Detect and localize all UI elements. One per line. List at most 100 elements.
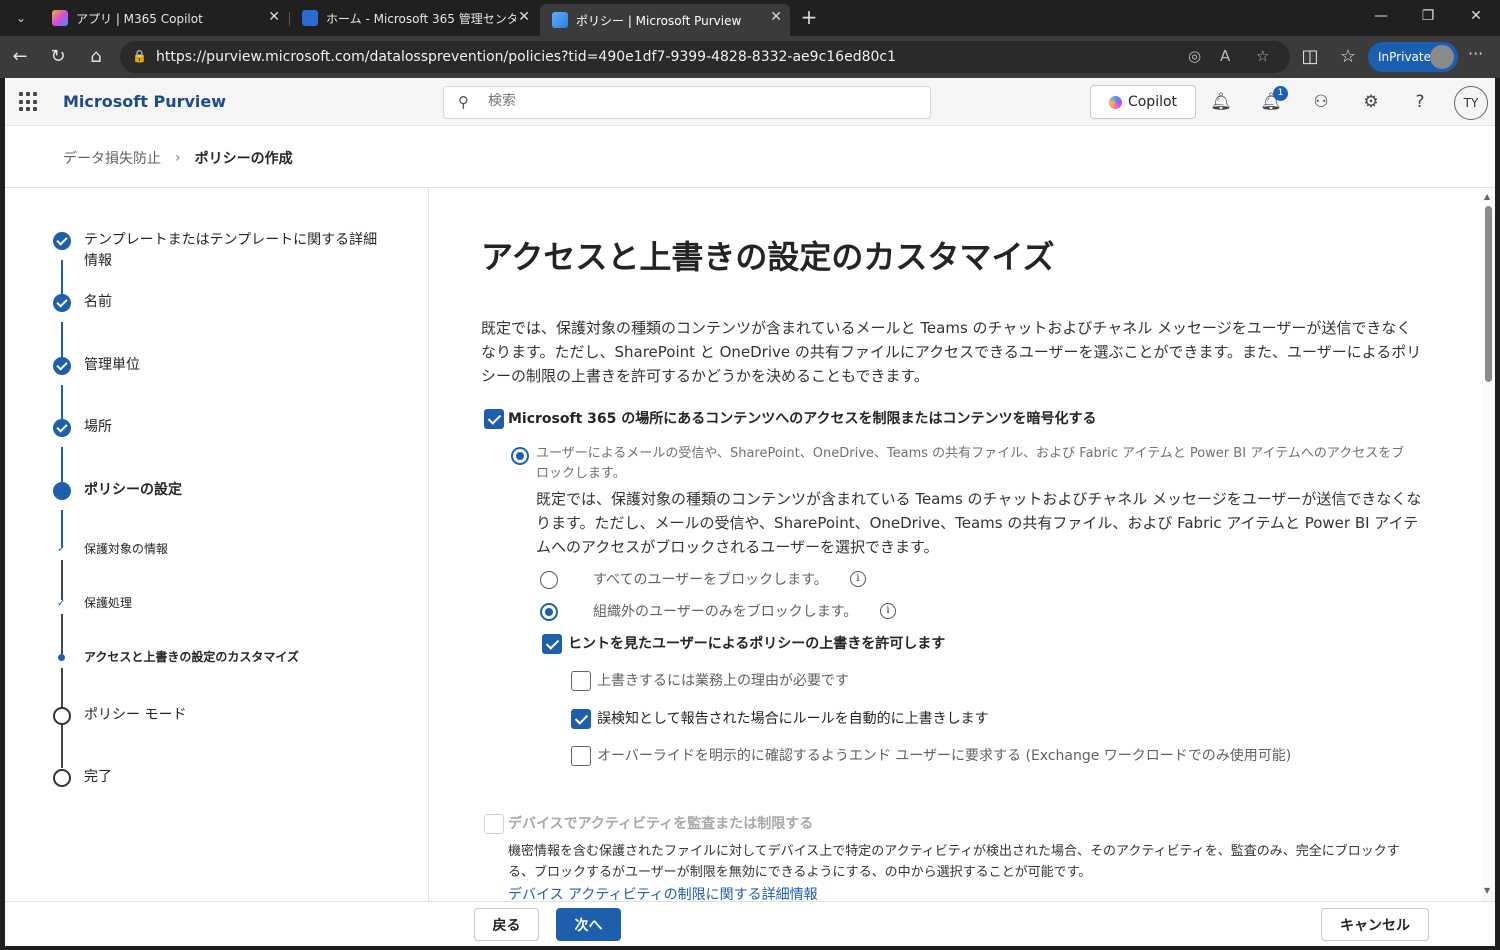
scroll-up-arrow-icon[interactable]: ▲	[1484, 192, 1490, 201]
main-content: アクセスと上書きの設定のカスタマイズ 既定では、保護対象の種類のコンテンツが含ま…	[430, 188, 1480, 901]
close-icon[interactable]: ✕	[518, 9, 530, 25]
block-access-radio[interactable]	[511, 447, 529, 465]
step-label: テンプレートまたはテンプレートに関する詳細情報	[84, 232, 378, 269]
checkmark-icon: ✓	[57, 544, 66, 555]
app-name[interactable]: Microsoft Purview	[63, 92, 226, 111]
step-label: 場所	[84, 419, 112, 435]
info-icon[interactable]: i	[850, 571, 866, 587]
share-people-icon[interactable]: ⚇	[1309, 90, 1333, 114]
tracking-prevention-icon[interactable]: ◎	[1188, 47, 1201, 65]
checkmark-icon	[53, 419, 71, 437]
tab-title: アプリ | M365 Copilot	[76, 11, 203, 26]
false-positive-override-label: 誤検知として報告された場合にルールを自動的に上書きします	[597, 711, 989, 727]
refresh-icon[interactable]: ↻	[44, 44, 72, 70]
step-label: 保護処理	[84, 596, 133, 610]
block-all-users-label: すべてのユーザーをブロックします。	[593, 572, 828, 588]
split-screen-icon[interactable]: ◫	[1296, 44, 1324, 70]
wizard-footer: 戻る 次へ キャンセル	[5, 901, 1495, 946]
restrict-access-label: Microsoft 365 の場所にあるコンテンツへのアクセスを制限またはコンテ…	[508, 411, 1097, 427]
chevron-right-icon: ›	[175, 150, 181, 166]
info-icon[interactable]: i	[880, 603, 896, 619]
empty-step-circle-icon	[53, 769, 71, 787]
allow-override-label: ヒントを見たユーザーによるポリシーの上書きを許可します	[568, 636, 946, 652]
restrict-access-checkbox[interactable]	[484, 409, 504, 429]
copilot-button[interactable]: Copilot	[1090, 85, 1196, 119]
checkmark-icon	[53, 232, 71, 250]
checkmark-icon	[53, 294, 71, 312]
window-close-icon[interactable]: ✕	[1466, 8, 1486, 24]
search-input[interactable]	[488, 93, 888, 109]
step-label: 名前	[84, 294, 112, 310]
tab-purview-policies[interactable]: ポリシー | Microsoft Purview ✕	[540, 4, 790, 36]
tab-actions-chevron-icon[interactable]: ⌄	[6, 4, 36, 32]
browser-tab-bar: ⌄ アプリ | M365 Copilot ✕ ホーム - Microsoft 3…	[0, 0, 1500, 36]
favorites-icon[interactable]: ☆	[1334, 44, 1362, 70]
back-arrow-icon[interactable]: ←	[6, 44, 34, 70]
step-label: ポリシー モード	[84, 707, 187, 723]
close-icon[interactable]: ✕	[770, 9, 782, 25]
device-activity-description: 機密情報を含む保護されたファイルに対してデバイス上で特定のアクティビティが検出さ…	[508, 844, 1400, 880]
step-connector	[61, 560, 63, 600]
empty-step-circle-icon	[53, 707, 71, 725]
favorite-star-icon[interactable]: ☆	[1256, 47, 1269, 65]
breadcrumb-current: ポリシーの作成	[194, 151, 293, 167]
bell-icon[interactable]: 🔔︎	[1209, 90, 1233, 114]
search-box[interactable]: ⚲	[443, 86, 931, 119]
step-label: ポリシーの設定	[84, 482, 182, 498]
home-icon[interactable]: ⌂	[82, 44, 110, 70]
browser-address-bar: ← ↻ ⌂ 🔒 https://purview.microsoft.com/da…	[0, 36, 1500, 78]
tab-m365-copilot[interactable]: アプリ | M365 Copilot ✕	[40, 4, 288, 32]
copilot-label: Copilot	[1127, 94, 1178, 110]
block-access-description: 既定では、保護対象の種類のコンテンツが含まれている Teams のチャットおよび…	[536, 490, 1422, 556]
new-tab-plus-icon[interactable]: +	[796, 6, 822, 30]
step-label: アクセスと上書きの設定のカスタマイズ	[84, 650, 300, 664]
notification-count-badge: 1	[1273, 86, 1288, 101]
back-button[interactable]: 戻る	[474, 908, 539, 941]
more-options-icon[interactable]: ···	[1468, 44, 1483, 63]
purview-favicon-icon	[552, 12, 568, 28]
checkmark-icon	[53, 357, 71, 375]
device-activity-label: デバイスでアクティビティを監査または制限する	[508, 816, 814, 832]
current-step-dot-icon	[53, 482, 71, 500]
scrollbar-thumb[interactable]	[1485, 206, 1492, 382]
step-connector	[61, 614, 63, 654]
step-connector	[61, 510, 63, 548]
read-aloud-icon[interactable]: A	[1220, 47, 1230, 65]
tab-title: ポリシー | Microsoft Purview	[576, 13, 742, 28]
block-all-users-radio[interactable]	[540, 571, 558, 589]
inprivate-label: InPrivate	[1378, 50, 1431, 64]
tab-admin-center[interactable]: ホーム - Microsoft 365 管理センター ✕	[290, 4, 538, 32]
lock-icon: 🔒	[132, 49, 147, 63]
copilot-logo-icon	[1108, 95, 1122, 109]
allow-override-checkbox[interactable]	[542, 634, 562, 654]
next-button[interactable]: 次へ	[556, 908, 621, 941]
confirm-override-checkbox[interactable]	[571, 746, 591, 766]
intro-text: 既定では、保護対象の種類のコンテンツが含まれているメールと Teams のチャッ…	[481, 319, 1422, 385]
avatar[interactable]: TY	[1454, 86, 1488, 120]
url-text: https://purview.microsoft.com/datalosspr…	[156, 49, 897, 65]
current-substep-dot-icon	[58, 654, 65, 661]
step-connector	[61, 668, 63, 708]
step-label: 管理単位	[84, 357, 140, 373]
cancel-button[interactable]: キャンセル	[1321, 908, 1429, 941]
scroll-down-arrow-icon[interactable]: ▼	[1484, 886, 1490, 895]
breadcrumb-parent[interactable]: データ損失防止	[63, 148, 161, 168]
close-icon[interactable]: ✕	[268, 9, 280, 25]
inprivate-badge[interactable]: InPrivate	[1368, 42, 1458, 72]
minimize-icon[interactable]: —	[1371, 8, 1391, 24]
help-icon[interactable]: ?	[1408, 90, 1432, 114]
device-activity-learn-more-link[interactable]: デバイス アクティビティの制限に関する詳細情報	[508, 884, 818, 901]
app-launcher-icon[interactable]	[19, 92, 39, 112]
url-field[interactable]: 🔒 https://purview.microsoft.com/dataloss…	[120, 41, 1290, 73]
restore-icon[interactable]: ❐	[1418, 8, 1438, 24]
false-positive-override-checkbox[interactable]	[571, 709, 591, 729]
purview-app: Microsoft Purview ⚲ Copilot 🔔︎ 🔔︎ 1 ⚇ ⚙ …	[5, 78, 1495, 946]
require-justification-label: 上書きするには業務上の理由が必要です	[597, 673, 849, 689]
step-label: 完了	[84, 769, 112, 785]
block-external-users-radio[interactable]	[540, 603, 558, 621]
admin-favicon-icon	[302, 10, 318, 26]
require-justification-checkbox[interactable]	[571, 671, 591, 691]
tab-title: ホーム - Microsoft 365 管理センター	[326, 11, 516, 26]
gear-icon[interactable]: ⚙	[1359, 90, 1383, 114]
device-activity-checkbox[interactable]	[484, 814, 504, 834]
